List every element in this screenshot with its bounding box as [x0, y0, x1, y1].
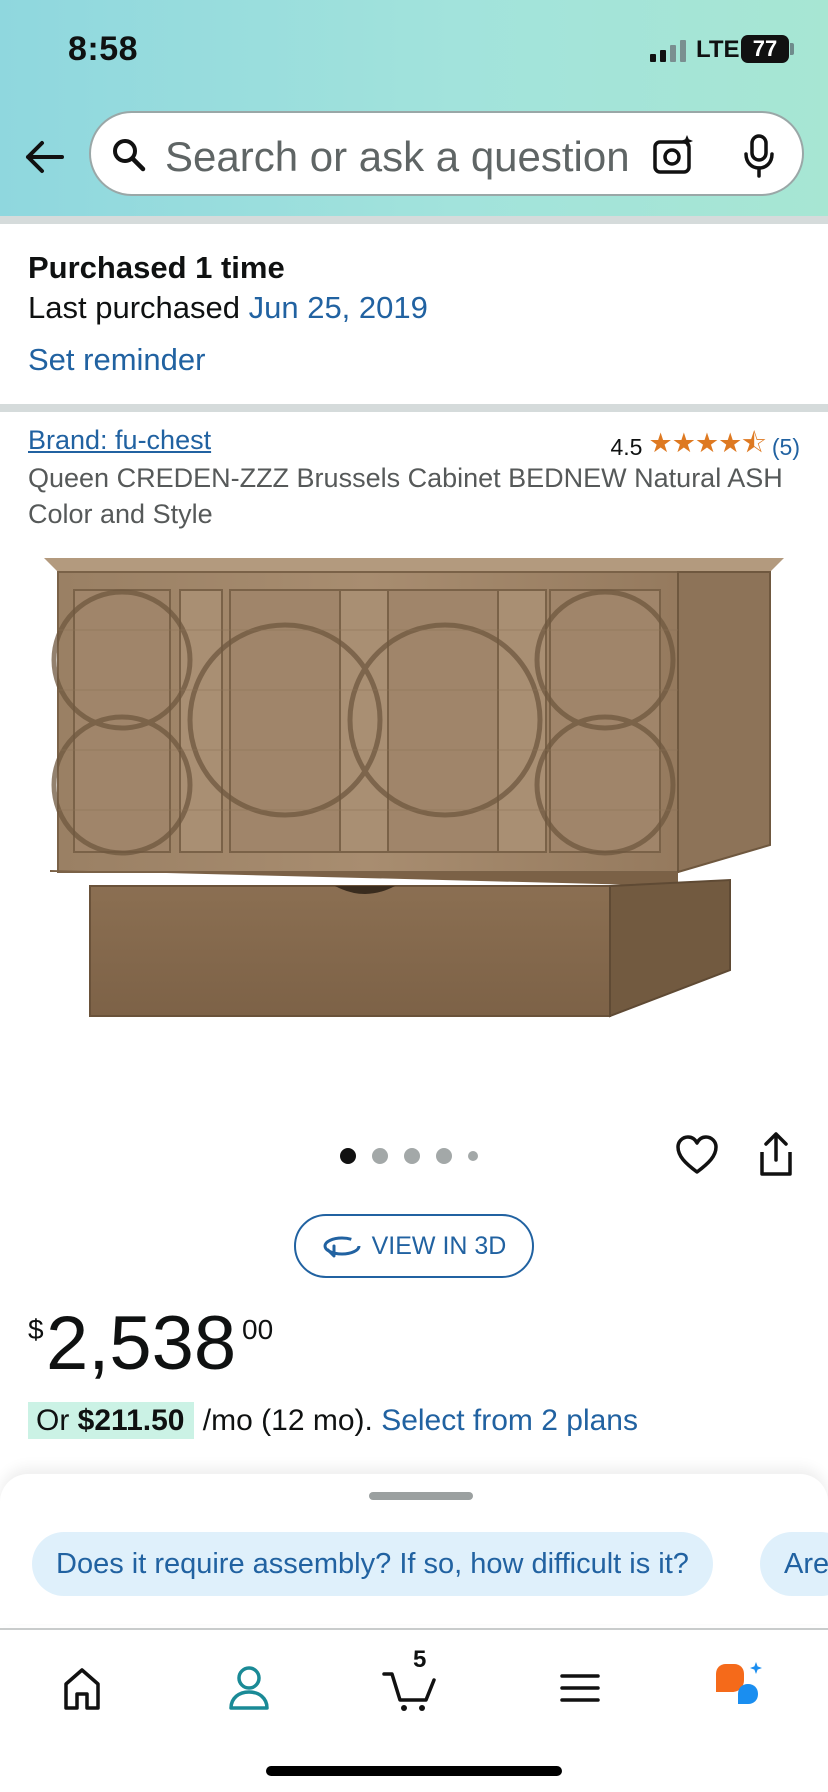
sheet-handle[interactable] [369, 1492, 473, 1500]
financing-term: /mo (12 mo). [194, 1404, 382, 1437]
view-in-3d-button[interactable]: VIEW IN 3D [294, 1214, 534, 1278]
share-icon[interactable] [756, 1130, 796, 1178]
purchased-count: Purchased 1 time [28, 250, 285, 285]
menu-icon[interactable] [552, 1660, 608, 1716]
suggestion-chip[interactable]: Are [760, 1532, 828, 1596]
mic-icon[interactable] [741, 133, 777, 179]
brand-link[interactable]: Brand: fu-chest [28, 425, 211, 456]
section-divider [0, 404, 828, 412]
last-purchased-label: Last purchased [28, 290, 240, 325]
pager-dot[interactable] [372, 1148, 388, 1164]
pager-dot[interactable] [340, 1148, 356, 1164]
battery-nub [790, 43, 794, 55]
cart-count: 5 [413, 1646, 427, 1673]
home-icon[interactable] [54, 1660, 110, 1716]
pager-dot[interactable] [468, 1151, 478, 1161]
product-image[interactable] [40, 550, 790, 1070]
set-reminder-link[interactable]: Set reminder [28, 342, 205, 378]
financing-offer: Or $211.50 /mo (12 mo). Select from 2 pl… [28, 1402, 638, 1439]
price-fraction: 00 [242, 1314, 274, 1345]
last-purchased-date[interactable]: Jun 25, 2019 [249, 290, 428, 325]
last-purchased: Last purchased Jun 25, 2019 [28, 290, 428, 326]
account-icon[interactable] [221, 1660, 277, 1716]
camera-icon[interactable] [651, 133, 695, 177]
suggestion-chip[interactable]: Does it require assembly? If so, how dif… [32, 1532, 713, 1596]
search-icon [113, 139, 146, 172]
price-whole: 2,538 [46, 1301, 237, 1386]
battery-icon: 77 [741, 35, 789, 63]
cart-icon[interactable] [382, 1660, 438, 1716]
financing-prefix: Or [36, 1404, 78, 1437]
home-indicator [266, 1766, 562, 1776]
rufus-icon[interactable] [712, 1660, 768, 1716]
heart-icon[interactable] [675, 1134, 719, 1176]
pager-dot[interactable] [404, 1148, 420, 1164]
rufus-suggestions-sheet[interactable]: Does it require assembly? If so, how dif… [0, 1474, 828, 1624]
search-input[interactable]: Search or ask a question [165, 133, 630, 181]
financing-monthly: $211.50 [77, 1404, 185, 1437]
product-title: Queen CREDEN-ZZZ Brussels Cabinet BEDNEW… [28, 463, 783, 529]
search-bar[interactable]: Search or ask a question [89, 111, 804, 196]
pager-dot[interactable] [436, 1148, 452, 1164]
status-bar: 8:58 LTE 77 [0, 0, 828, 100]
image-pager[interactable] [340, 1148, 478, 1164]
signal-icon [650, 38, 686, 62]
status-time: 8:58 [68, 30, 139, 68]
network-label: LTE [696, 36, 740, 63]
select-plans-link[interactable]: Select from 2 plans [381, 1404, 638, 1437]
financing-badge: Or $211.50 [28, 1402, 195, 1439]
rotate-3d-icon [323, 1236, 361, 1258]
price-symbol: $ [28, 1314, 44, 1345]
rating-count[interactable]: (5) [772, 434, 800, 461]
bottom-nav: 5 [0, 1630, 828, 1792]
header: 8:58 LTE 77 Search or ask a question [0, 0, 828, 216]
rating-value: 4.5 [610, 433, 643, 460]
header-divider [0, 216, 828, 224]
view-in-3d-label: VIEW IN 3D [371, 1231, 507, 1260]
back-arrow-icon[interactable] [22, 135, 66, 179]
